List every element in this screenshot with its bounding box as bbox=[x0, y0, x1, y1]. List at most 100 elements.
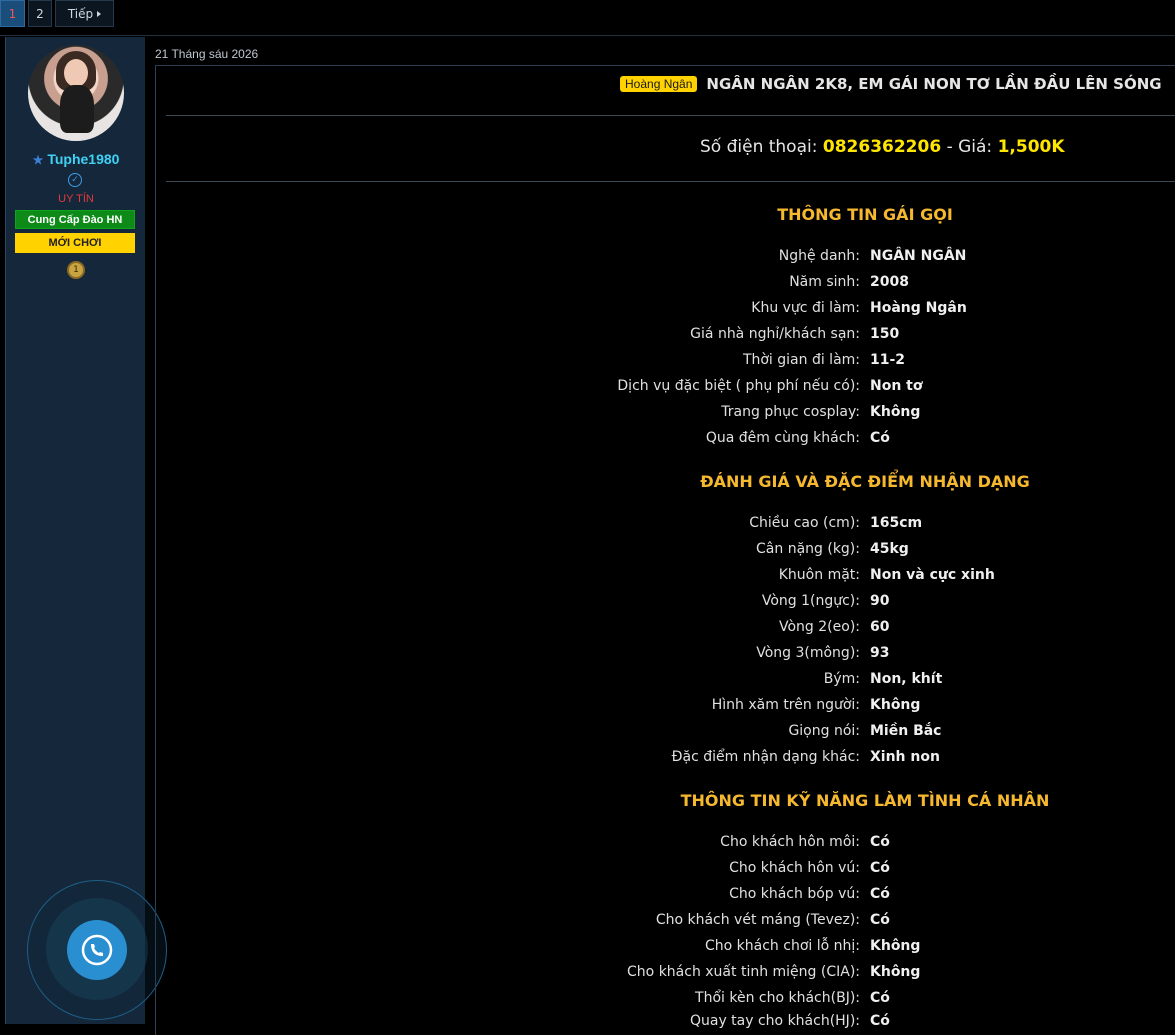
skill-row: Cho khách xuất tinh miệng (CIA): Không bbox=[460, 964, 1165, 984]
info-row: Thời gian đi làm: 11-2 bbox=[460, 352, 1165, 372]
info-label: Trang phục cosplay: bbox=[721, 404, 860, 420]
feature-row: Bým: Non, khít bbox=[460, 671, 1165, 691]
info-value: 2008 bbox=[870, 274, 909, 290]
section-title-skills: THÔNG TIN KỸ NĂNG LÀM TÌNH CÁ NHÂN bbox=[680, 791, 1050, 810]
info-label: Năm sinh: bbox=[789, 274, 860, 290]
divider bbox=[166, 181, 1175, 182]
info-row: Nghệ danh: NGÂN NGÂN bbox=[460, 248, 1165, 268]
skill-row: Cho khách hôn vú: Có bbox=[460, 860, 1165, 880]
skill-label: Cho khách hôn vú: bbox=[729, 860, 860, 876]
skill-row: Cho khách hôn môi: Có bbox=[460, 834, 1165, 854]
medal-icon[interactable]: 1 bbox=[67, 261, 85, 279]
info-row: Giá nhà nghỉ/khách sạn: 150 bbox=[460, 326, 1165, 346]
phone-icon bbox=[81, 934, 113, 966]
info-value: NGÂN NGÂN bbox=[870, 248, 967, 264]
feature-label: Chiều cao (cm): bbox=[749, 515, 860, 531]
divider bbox=[0, 35, 1175, 36]
skill-value: Có bbox=[870, 990, 890, 1006]
feature-value: 90 bbox=[870, 593, 890, 609]
skill-value: Có bbox=[870, 834, 890, 850]
info-value: Non tơ bbox=[870, 378, 923, 394]
username-link[interactable]: ★ Tuphe1980 bbox=[6, 151, 146, 167]
info-label: Dịch vụ đặc biệt ( phụ phí nếu có): bbox=[617, 378, 860, 394]
info-value: Không bbox=[870, 404, 921, 420]
feature-value: Xinh non bbox=[870, 749, 940, 765]
feature-label: Cân nặng (kg): bbox=[756, 541, 860, 557]
caret-right-icon bbox=[97, 10, 102, 17]
skill-label: Thổi kèn cho khách(BJ): bbox=[695, 990, 860, 1006]
skill-value: Có bbox=[870, 912, 890, 928]
skill-row: Cho khách bóp vú: Có bbox=[460, 886, 1165, 906]
skill-label: Quay tay cho khách(HJ): bbox=[689, 1013, 860, 1029]
feature-row: Đặc điểm nhận dạng khác: Xinh non bbox=[460, 749, 1165, 769]
section-title-info: THÔNG TIN GÁI GỌI bbox=[777, 205, 953, 224]
feature-value: 60 bbox=[870, 619, 890, 635]
feature-label: Vòng 1(ngực): bbox=[761, 593, 860, 609]
skill-value: Không bbox=[870, 938, 921, 954]
feature-value: Không bbox=[870, 697, 921, 713]
feature-row: Giọng nói: Miền Bắc bbox=[460, 723, 1165, 743]
feature-row: Vòng 1(ngực): 90 bbox=[460, 593, 1165, 613]
phone-number[interactable]: 0826362206 bbox=[823, 137, 941, 157]
avatar-face bbox=[64, 59, 88, 87]
price-value: 1,500K bbox=[997, 137, 1065, 157]
post-title-row: Hoàng Ngân NGÂN NGÂN 2K8, EM GÁI NON TƠ … bbox=[620, 75, 1162, 93]
skill-label: Cho khách bóp vú: bbox=[729, 886, 860, 902]
feature-row: Chiều cao (cm): 165cm bbox=[460, 515, 1165, 535]
feature-value: 165cm bbox=[870, 515, 923, 531]
info-label: Qua đêm cùng khách: bbox=[705, 430, 860, 446]
skill-label: Cho khách hôn môi: bbox=[720, 834, 860, 850]
feature-label: Đặc điểm nhận dạng khác: bbox=[671, 749, 860, 765]
info-label: Thời gian đi làm: bbox=[742, 352, 860, 368]
feature-row: Cân nặng (kg): 45kg bbox=[460, 541, 1165, 561]
feature-value: 45kg bbox=[870, 541, 909, 557]
user-badge-new: MỚI CHƠI bbox=[15, 233, 135, 253]
next-page-button[interactable]: Tiếp bbox=[55, 0, 114, 27]
feature-row: Hình xăm trên người: Không bbox=[460, 697, 1165, 717]
info-value: Có bbox=[870, 430, 890, 446]
skill-row: Quay tay cho khách(HJ): Có bbox=[460, 1013, 1165, 1033]
skill-value: Có bbox=[870, 860, 890, 876]
info-row: Năm sinh: 2008 bbox=[460, 274, 1165, 294]
avatar-figure bbox=[60, 85, 94, 133]
skill-value: Không bbox=[870, 964, 921, 980]
feature-label: Vòng 3(mông): bbox=[756, 645, 860, 661]
post-tag[interactable]: Hoàng Ngân bbox=[620, 76, 698, 92]
skill-label: Cho khách xuất tinh miệng (CIA): bbox=[627, 964, 860, 980]
feature-value: 93 bbox=[870, 645, 890, 661]
info-value: 11-2 bbox=[870, 352, 906, 368]
skill-value: Có bbox=[870, 1013, 890, 1029]
feature-value: Non và cực xinh bbox=[870, 567, 995, 583]
price-label: - Giá: bbox=[946, 137, 993, 157]
info-row: Qua đêm cùng khách: Có bbox=[460, 430, 1165, 450]
skill-value: Có bbox=[870, 886, 890, 902]
user-sidebar: ★ Tuphe1980 ✓ UY TÍN Cung Cấp Đào HN MỚI … bbox=[5, 37, 145, 1024]
feature-label: Bým: bbox=[823, 671, 860, 687]
post-date: 21 Tháng sáu 2026 bbox=[155, 47, 259, 61]
page-2-button[interactable]: 2 bbox=[28, 0, 52, 27]
feature-label: Vòng 2(eo): bbox=[779, 619, 860, 635]
page-1-button[interactable]: 1 bbox=[0, 0, 25, 27]
verified-icon: ✓ bbox=[68, 173, 82, 187]
feature-label: Giọng nói: bbox=[788, 723, 860, 739]
info-label: Khu vực đi làm: bbox=[751, 300, 860, 316]
star-icon: ★ bbox=[32, 153, 44, 167]
info-value: Hoàng Ngân bbox=[870, 300, 967, 316]
next-page-label: Tiếp bbox=[67, 6, 94, 21]
info-label: Nghệ danh: bbox=[778, 248, 860, 264]
info-row: Khu vực đi làm: Hoàng Ngân bbox=[460, 300, 1165, 320]
divider bbox=[166, 115, 1175, 116]
avatar[interactable] bbox=[28, 45, 124, 141]
feature-label: Khuôn mặt: bbox=[778, 567, 860, 583]
feature-value: Non, khít bbox=[870, 671, 943, 687]
skill-label: Cho khách chơi lỗ nhị: bbox=[705, 938, 860, 954]
info-value: 150 bbox=[870, 326, 900, 342]
feature-value: Miền Bắc bbox=[870, 723, 942, 739]
info-row: Trang phục cosplay: Không bbox=[460, 404, 1165, 424]
user-badge-provider: Cung Cấp Đào HN bbox=[15, 210, 135, 229]
user-rank: UY TÍN bbox=[58, 193, 94, 205]
phone-call-button[interactable] bbox=[67, 920, 127, 980]
feature-row: Khuôn mặt: Non và cực xinh bbox=[460, 567, 1165, 587]
info-label: Giá nhà nghỉ/khách sạn: bbox=[690, 326, 860, 342]
feature-label: Hình xăm trên người: bbox=[711, 697, 860, 713]
